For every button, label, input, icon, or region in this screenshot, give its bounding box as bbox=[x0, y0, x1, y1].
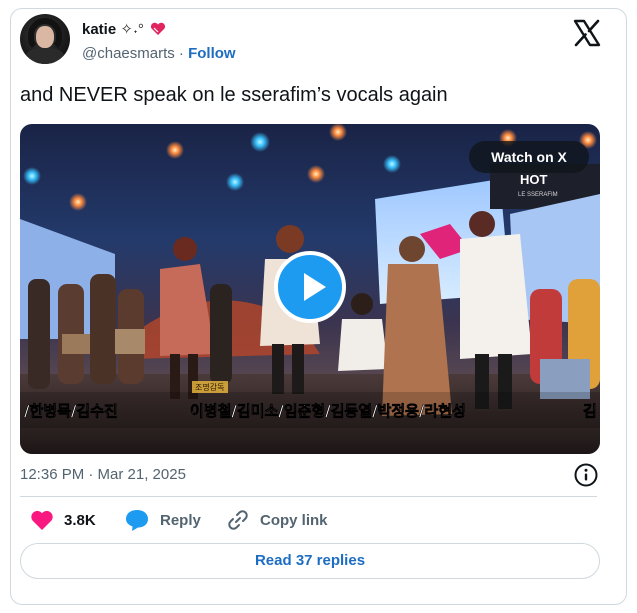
caption-small-label: 조명감독 bbox=[195, 382, 224, 392]
avatar-face bbox=[36, 26, 54, 48]
reply-label: Reply bbox=[160, 511, 201, 529]
heart-icon bbox=[31, 510, 53, 530]
divider bbox=[20, 496, 597, 497]
screen-text-hot: HOT bbox=[520, 172, 548, 187]
copy-link-button[interactable]: Copy link bbox=[226, 506, 328, 534]
tweet-timestamp[interactable]: 12:36 PM · Mar 21, 2025 bbox=[20, 466, 186, 483]
x-logo-icon[interactable] bbox=[572, 18, 602, 48]
follow-button[interactable]: Follow bbox=[188, 45, 236, 62]
reply-bubble-icon bbox=[126, 510, 148, 531]
caption-main: 이병철/김미소/임준형/김동열/박정용/라현성 bbox=[190, 402, 466, 420]
info-icon[interactable] bbox=[573, 462, 599, 488]
avatar-shirt bbox=[26, 48, 64, 64]
watch-on-x-button[interactable]: Watch on X bbox=[469, 141, 589, 173]
like-button[interactable]: 3.8K bbox=[30, 506, 96, 534]
copy-link-label: Copy link bbox=[260, 511, 328, 529]
tweet-text: and NEVER speak on le sserafim’s vocals … bbox=[20, 84, 448, 106]
author-name-text: katie bbox=[82, 21, 117, 38]
play-icon bbox=[304, 273, 326, 301]
handle-separator: · bbox=[174, 45, 189, 62]
author-name-decoration: ✧˖° bbox=[116, 21, 144, 38]
caption-left: /한병목/김수진 bbox=[24, 402, 118, 420]
video-player[interactable]: HOT LE SSERAFIM 조명감독 /한병목/김수진 이병철/김미소/임준… bbox=[20, 124, 600, 454]
reply-button[interactable]: Reply bbox=[124, 506, 201, 534]
author-avatar[interactable] bbox=[20, 14, 70, 64]
read-replies-button[interactable]: Read 37 replies bbox=[20, 543, 600, 579]
author-handle[interactable]: @chaesmarts bbox=[82, 45, 175, 62]
author-display-name[interactable]: katie ✧˖° bbox=[82, 20, 166, 38]
link-icon bbox=[228, 510, 248, 530]
like-count: 3.8K bbox=[64, 511, 96, 529]
author-handle-row: @chaesmarts · Follow bbox=[82, 45, 236, 62]
heart-emoji-icon bbox=[150, 22, 166, 36]
caption-right: 김 bbox=[583, 402, 597, 420]
screen-text-artist: LE SSERAFIM bbox=[518, 192, 558, 198]
play-button[interactable] bbox=[274, 251, 346, 323]
